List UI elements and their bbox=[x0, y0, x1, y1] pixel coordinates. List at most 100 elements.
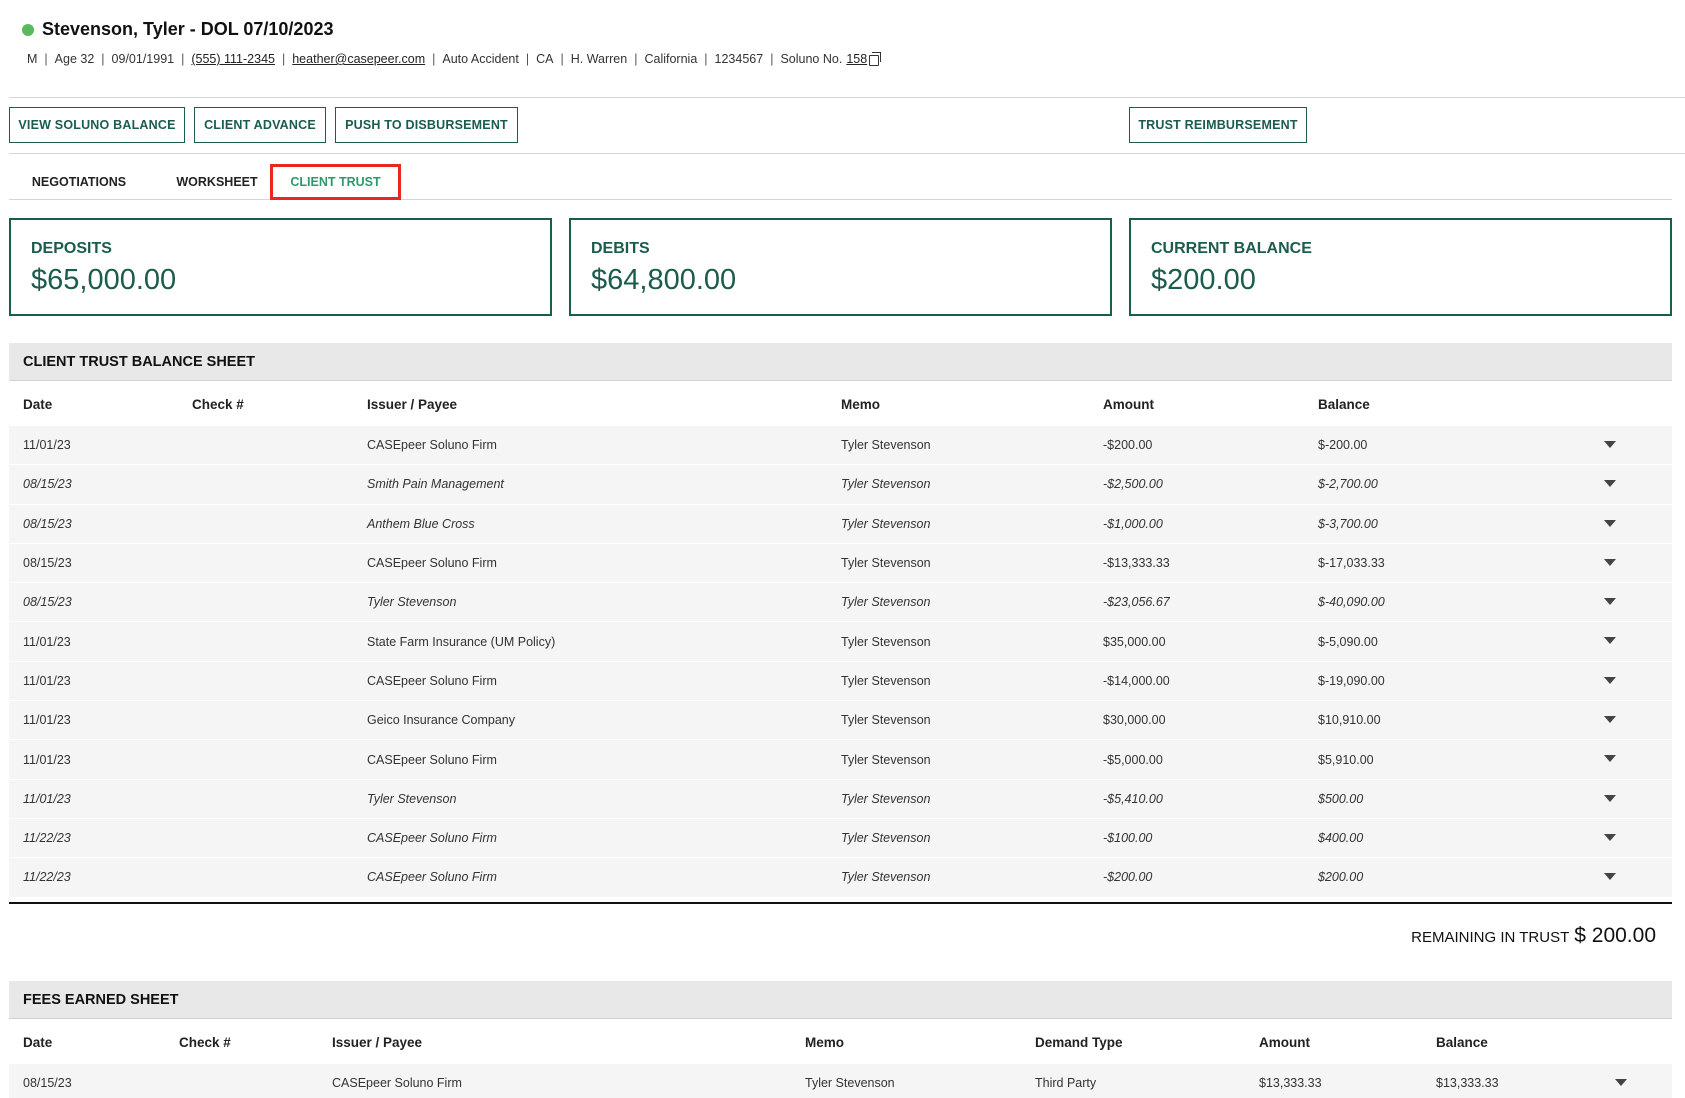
row-expand-caret-icon[interactable] bbox=[1604, 716, 1616, 724]
trust-cell-payee: Tyler Stevenson bbox=[367, 595, 457, 610]
row-expand-caret-icon[interactable] bbox=[1604, 519, 1616, 527]
client-advance-button[interactable]: CLIENT ADVANCE bbox=[194, 107, 326, 143]
row-expand-caret-icon[interactable] bbox=[1604, 676, 1616, 684]
fees-cell-payee: CASEpeer Soluno Firm bbox=[332, 1076, 462, 1091]
view-soluno-balance-button[interactable]: VIEW SOLUNO BALANCE bbox=[9, 107, 185, 143]
client-meta: M | Age 32 | 09/01/1991 | (555) 111-2345 | h… bbox=[27, 51, 882, 66]
trust-cell-amount: $30,000.00 bbox=[1103, 713, 1166, 728]
trust-cell-date: 11/22/23 bbox=[23, 870, 71, 885]
trust-cell-memo: Tyler Stevenson bbox=[841, 673, 931, 688]
trust-cell-memo: Tyler Stevenson bbox=[841, 791, 931, 806]
col-check: Check # bbox=[192, 396, 244, 412]
tab-worksheet[interactable]: WORKSHEET bbox=[157, 164, 277, 200]
row-expand-caret-icon[interactable] bbox=[1604, 873, 1616, 881]
trust-table: Date Check # Issuer / Payee Memo Amount … bbox=[9, 382, 1672, 898]
meta-email-link[interactable]: heather@casepeer.com bbox=[292, 52, 425, 66]
trust-cell-payee: Geico Insurance Company bbox=[367, 713, 515, 728]
trust-cell-amount: -$13,333.33 bbox=[1103, 556, 1170, 571]
fees-col-date: Date bbox=[23, 1034, 53, 1050]
trust-cell-amount: $35,000.00 bbox=[1103, 634, 1166, 649]
push-to-disbursement-button[interactable]: PUSH TO DISBURSEMENT bbox=[335, 107, 518, 143]
trust-row: 11/01/23 State Farm Insurance (UM Policy)… bbox=[9, 622, 1672, 662]
row-expand-caret-icon[interactable] bbox=[1604, 755, 1616, 763]
trust-cell-memo: Tyler Stevenson bbox=[841, 752, 931, 767]
trust-cell-memo: Tyler Stevenson bbox=[841, 634, 931, 649]
meta-soluno-number-link[interactable]: 158 bbox=[846, 52, 867, 66]
meta-state-code: CA bbox=[536, 52, 554, 66]
trust-cell-balance: $-5,090.00 bbox=[1318, 634, 1378, 649]
trust-cell-balance: $-17,033.33 bbox=[1318, 556, 1385, 571]
trust-cell-payee: CASEpeer Soluno Firm bbox=[367, 673, 497, 688]
trust-cell-date: 11/01/23 bbox=[23, 673, 71, 688]
meta-phone-link[interactable]: (555) 111-2345 bbox=[191, 52, 275, 66]
col-date: Date bbox=[23, 396, 53, 412]
row-expand-caret-icon[interactable] bbox=[1604, 637, 1616, 645]
trust-cell-payee: CASEpeer Soluno Firm bbox=[367, 752, 497, 767]
fees-col-memo: Memo bbox=[805, 1034, 845, 1050]
fees-col-amount: Amount bbox=[1259, 1034, 1310, 1050]
row-expand-caret-icon[interactable] bbox=[1604, 598, 1616, 606]
trust-cell-balance: $500.00 bbox=[1318, 791, 1364, 806]
fees-table: Date Check # Issuer / Payee Memo Demand … bbox=[9, 1020, 1672, 1098]
trust-cell-date: 11/01/23 bbox=[23, 713, 71, 728]
fees-table-body: 08/15/23 CASEpeer Soluno Firm Tyler Steven… bbox=[9, 1064, 1672, 1098]
trust-cell-amount: -$5,410.00 bbox=[1103, 791, 1163, 806]
copy-icon[interactable] bbox=[869, 51, 882, 66]
row-expand-caret-icon[interactable] bbox=[1615, 1079, 1627, 1086]
trust-cell-amount: -$100.00 bbox=[1103, 831, 1153, 846]
trust-sheet-title: CLIENT TRUST BALANCE SHEET bbox=[9, 343, 1672, 381]
trust-cell-payee: Tyler Stevenson bbox=[367, 791, 457, 806]
trust-row: 11/01/23 CASEpeer Soluno Firm Tyler Steven… bbox=[9, 661, 1672, 702]
remaining-label: REMAINING IN TRUST bbox=[1411, 929, 1570, 946]
trust-cell-payee: Anthem Blue Cross bbox=[367, 516, 475, 531]
trust-cell-balance: $400.00 bbox=[1318, 831, 1364, 846]
actions-divider bbox=[9, 153, 1685, 154]
fees-cell-amount: $13,333.33 bbox=[1259, 1076, 1322, 1091]
deposits-card: DEPOSITS $65,000.00 bbox=[9, 218, 552, 316]
debits-label: DEBITS bbox=[591, 240, 650, 257]
client-header: Stevenson, Tyler - DOL 07/10/2023 bbox=[22, 19, 333, 40]
meta-case-type: Auto Accident bbox=[442, 52, 519, 66]
trust-cell-date: 11/01/23 bbox=[23, 752, 71, 767]
trust-cell-date: 08/15/23 bbox=[23, 595, 72, 610]
trust-cell-memo: Tyler Stevenson bbox=[841, 477, 931, 492]
fees-col-payee: Issuer / Payee bbox=[332, 1034, 423, 1050]
trust-cell-memo: Tyler Stevenson bbox=[841, 556, 931, 571]
tab-bar: NEGOTIATIONS WORKSHEET CLIENT TRUST bbox=[9, 164, 1672, 200]
tab-negotiations[interactable]: NEGOTIATIONS bbox=[9, 164, 149, 200]
fees-col-demand-type: Demand Type bbox=[1035, 1034, 1123, 1050]
trust-cell-balance: $-40,090.00 bbox=[1318, 595, 1385, 610]
trust-cell-payee: CASEpeer Soluno Firm bbox=[367, 831, 497, 846]
fees-row: 08/15/23 CASEpeer Soluno Firm Tyler Steven… bbox=[9, 1064, 1672, 1098]
row-expand-caret-icon[interactable] bbox=[1604, 441, 1616, 448]
trust-reimbursement-button[interactable]: TRUST REIMBURSEMENT bbox=[1129, 107, 1307, 143]
trust-cell-memo: Tyler Stevenson bbox=[841, 595, 931, 610]
header-divider bbox=[9, 97, 1685, 98]
fees-sheet-title: FEES EARNED SHEET bbox=[9, 981, 1672, 1019]
row-expand-caret-icon[interactable] bbox=[1604, 558, 1616, 566]
trust-cell-balance: $-2,700.00 bbox=[1318, 477, 1378, 492]
trust-row: 11/22/23 CASEpeer Soluno Firm Tyler Steven… bbox=[9, 858, 1672, 898]
trust-row: 08/15/23 Tyler Stevenson Tyler Stevenson -$… bbox=[9, 583, 1672, 623]
deposits-label: DEPOSITS bbox=[31, 240, 112, 257]
trust-row: 08/15/23 Anthem Blue Cross Tyler Stevenson… bbox=[9, 504, 1672, 544]
trust-cell-balance: $-19,090.00 bbox=[1318, 673, 1385, 688]
trust-cell-memo: Tyler Stevenson bbox=[841, 831, 931, 846]
page-title: Stevenson, Tyler - DOL 07/10/2023 bbox=[42, 19, 334, 39]
fees-cell-memo: Tyler Stevenson bbox=[805, 1076, 895, 1091]
col-balance: Balance bbox=[1318, 396, 1370, 412]
status-dot-icon bbox=[22, 23, 34, 36]
trust-cell-amount: -$2,500.00 bbox=[1103, 477, 1163, 492]
trust-cell-memo: Tyler Stevenson bbox=[841, 870, 931, 885]
row-expand-caret-icon[interactable] bbox=[1604, 794, 1616, 802]
fees-table-header: Date Check # Issuer / Payee Memo Demand … bbox=[9, 1020, 1672, 1064]
row-expand-caret-icon[interactable] bbox=[1604, 833, 1616, 841]
trust-cell-memo: Tyler Stevenson bbox=[841, 438, 931, 453]
row-expand-caret-icon[interactable] bbox=[1604, 480, 1616, 488]
fees-col-check: Check # bbox=[179, 1034, 231, 1050]
tab-client-trust[interactable]: CLIENT TRUST bbox=[270, 164, 401, 200]
meta-attorney: H. Warren bbox=[570, 52, 628, 66]
trust-row: 11/01/23 CASEpeer Soluno Firm Tyler Steven… bbox=[9, 426, 1672, 466]
current-balance-label: CURRENT BALANCE bbox=[1151, 240, 1312, 257]
col-amount: Amount bbox=[1103, 396, 1154, 412]
